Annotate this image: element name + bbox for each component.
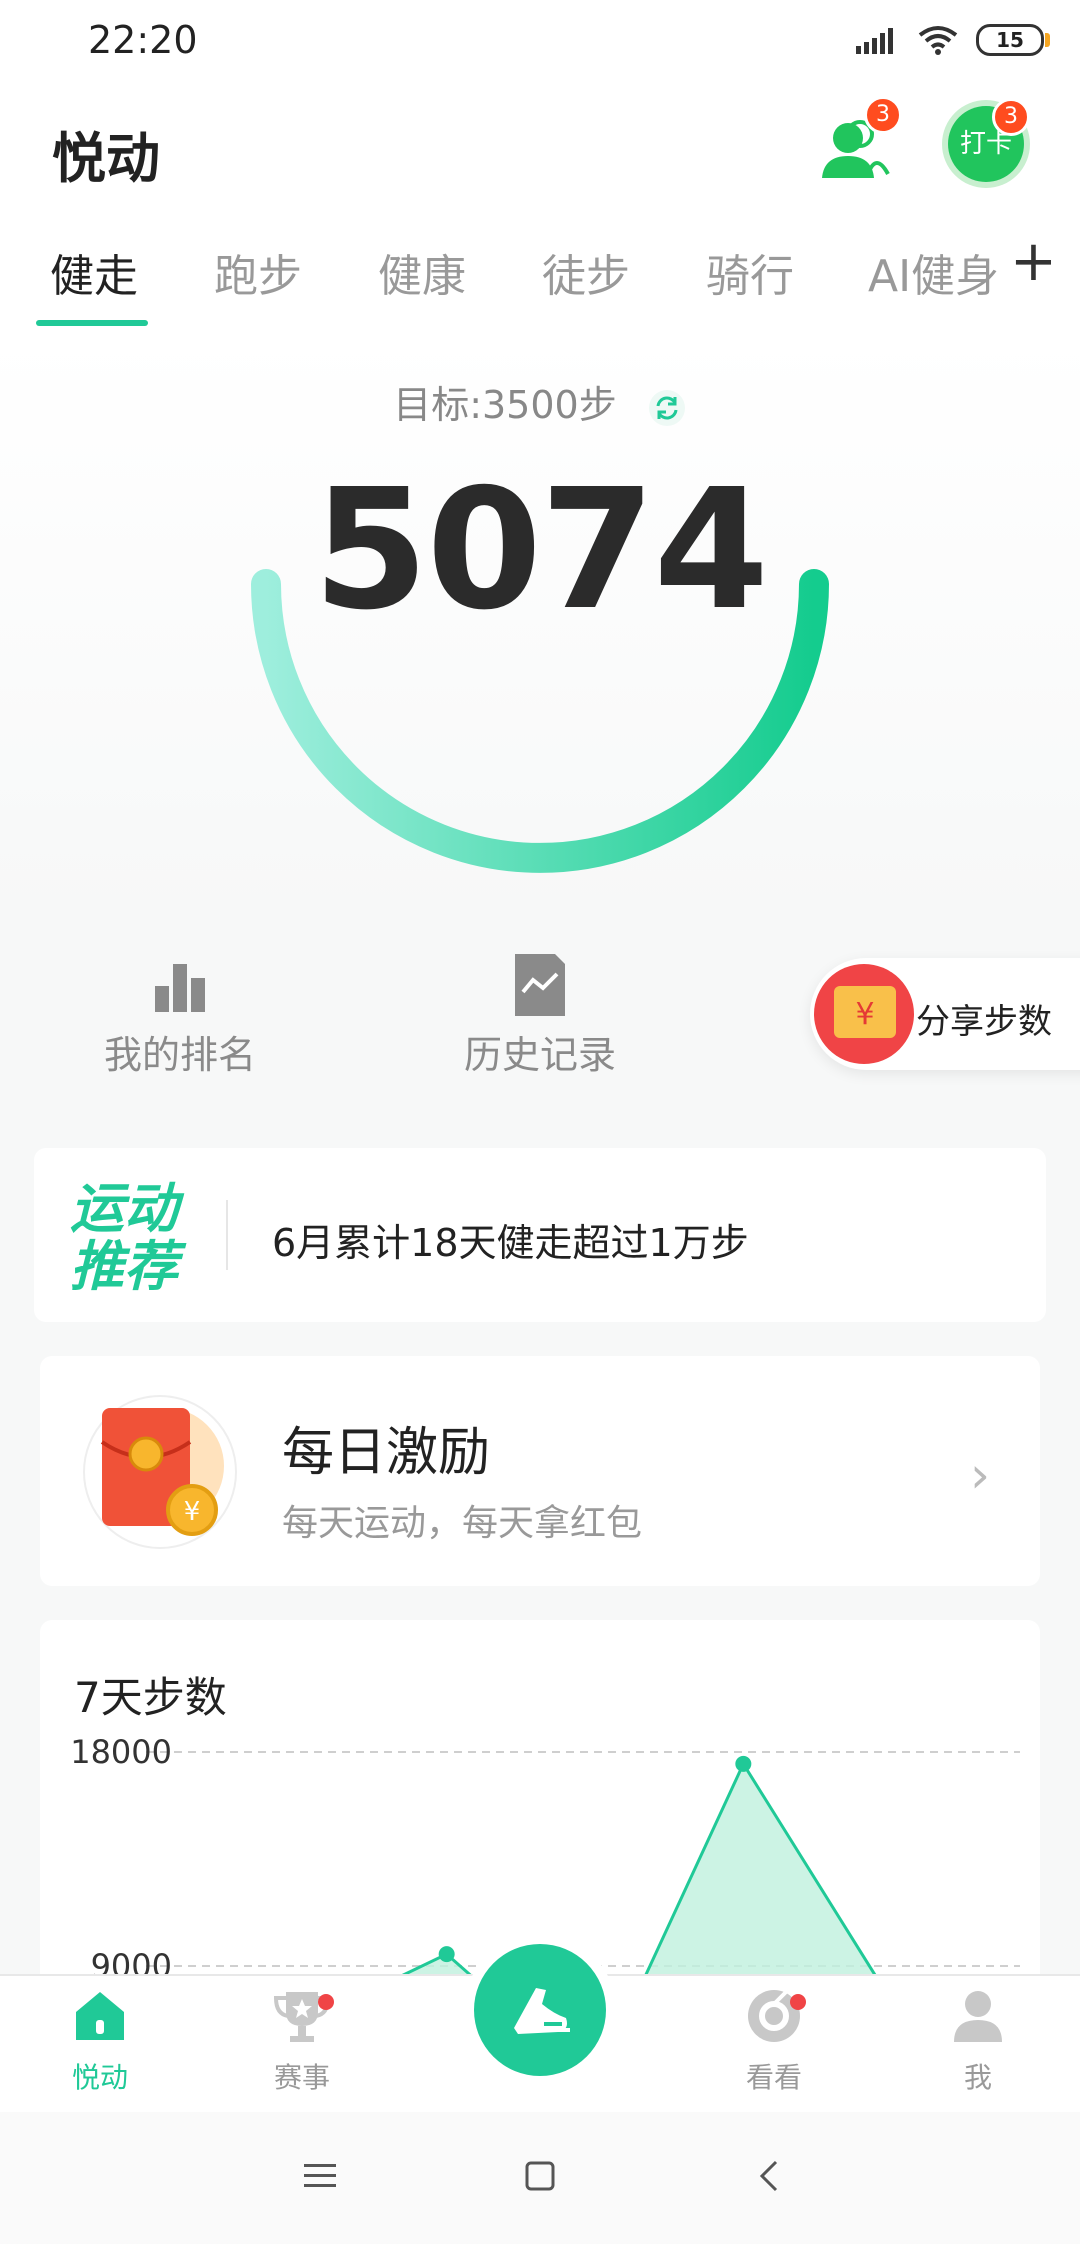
tab-indicator: [36, 320, 148, 326]
start-workout-button[interactable]: [474, 1944, 606, 2076]
svg-text:¥: ¥: [855, 997, 874, 1032]
app-title: 悦动: [52, 127, 160, 190]
bar-chart-icon: [155, 964, 205, 1012]
reward-subtitle: 每天运动，每天拿红包: [282, 1503, 643, 1544]
sport-tabs: 健走 跑步 健康 徒步 骑行 AI健身 +: [0, 214, 1080, 334]
status-time: 22:20: [88, 18, 198, 62]
recommendation-card[interactable]: 运动 推荐 6月累计18天健走超过1万步: [34, 1148, 1046, 1322]
divider: [226, 1200, 228, 1270]
ranking-label: 我的排名: [103, 1033, 256, 1077]
share-label: 分享步数: [916, 1002, 1052, 1042]
chart-point: [735, 1755, 752, 1772]
recommendation-logo: 运动 推荐: [70, 1180, 178, 1296]
status-bar: 22:20 15: [0, 0, 1080, 84]
daily-reward-card[interactable]: ¥ 每日激励 每天运动，每天拿红包 ›: [40, 1356, 1040, 1586]
svg-text:¥: ¥: [184, 1497, 201, 1527]
tab-run[interactable]: 跑步: [214, 240, 302, 304]
battery-level: 15: [996, 28, 1024, 52]
add-tab-button[interactable]: +: [1010, 234, 1057, 290]
home-square-icon[interactable]: [520, 2156, 560, 2196]
chart-point: [438, 1946, 455, 1963]
checkin-badge: 3: [992, 98, 1030, 136]
events-notification-dot: [318, 1994, 334, 2010]
history-button[interactable]: 历史记录: [460, 950, 620, 1079]
red-packet-icon: ¥: [83, 1395, 237, 1549]
checkin-button[interactable]: 打卡 3: [948, 98, 1030, 182]
history-label: 历史记录: [463, 1033, 616, 1077]
discover-notification-dot: [790, 1994, 806, 2010]
tab-health[interactable]: 健康: [378, 240, 466, 304]
tab-walk[interactable]: 健走: [50, 240, 138, 304]
home-icon: [76, 1992, 124, 2040]
recommendation-text: 6月累计18天健走超过1万步: [272, 1221, 749, 1265]
nav-discover[interactable]: 看看: [714, 1986, 834, 2096]
battery-icon: 15: [976, 24, 1050, 56]
nav-me[interactable]: 我: [918, 1986, 1038, 2096]
friends-badge: 3: [864, 96, 902, 134]
signal-icon: [856, 28, 893, 54]
nav-events[interactable]: 赛事: [242, 1986, 362, 2096]
system-navigation-bar: [0, 2112, 1080, 2244]
nav-discover-label: 看看: [745, 2061, 802, 2094]
nav-events-label: 赛事: [273, 2061, 330, 2094]
logo-line-1: 运动: [70, 1177, 178, 1240]
y-tick-label: 18000: [70, 1733, 172, 1771]
chevron-right-icon: ›: [970, 1446, 990, 1504]
share-steps-button[interactable]: ¥ 分享步数: [810, 958, 1080, 1070]
nav-home-label: 悦动: [71, 2061, 128, 2094]
tab-cycle[interactable]: 骑行: [706, 240, 794, 304]
wifi-icon: [918, 26, 958, 55]
logo-line-2: 推荐: [70, 1235, 178, 1298]
menu-icon[interactable]: [300, 2156, 340, 2196]
goal-label: 目标:3500步: [393, 383, 617, 427]
friends-button[interactable]: 3: [816, 96, 902, 188]
tab-hike[interactable]: 徒步: [542, 240, 630, 304]
user-icon: [954, 1991, 1002, 2042]
step-progress-ring: [251, 569, 829, 873]
back-icon[interactable]: [750, 2156, 790, 2196]
status-icons: 15: [856, 24, 1050, 56]
history-chart-icon: [515, 954, 565, 1016]
refresh-icon[interactable]: [647, 388, 687, 428]
nav-me-label: 我: [963, 2061, 992, 2094]
step-hero: 目标:3500步 5074: [0, 334, 1080, 914]
red-envelope-icon: ¥: [814, 964, 914, 1064]
nav-home[interactable]: 悦动: [40, 1986, 160, 2096]
shoe-icon: [514, 1988, 570, 2034]
tab-ai-fitness[interactable]: AI健身: [868, 240, 999, 304]
ranking-button[interactable]: 我的排名: [100, 950, 260, 1079]
reward-title: 每日激励: [282, 1423, 491, 1483]
app-header: 悦动 3 打卡 3: [0, 84, 1080, 214]
step-goal: 目标:3500步: [0, 374, 1080, 429]
